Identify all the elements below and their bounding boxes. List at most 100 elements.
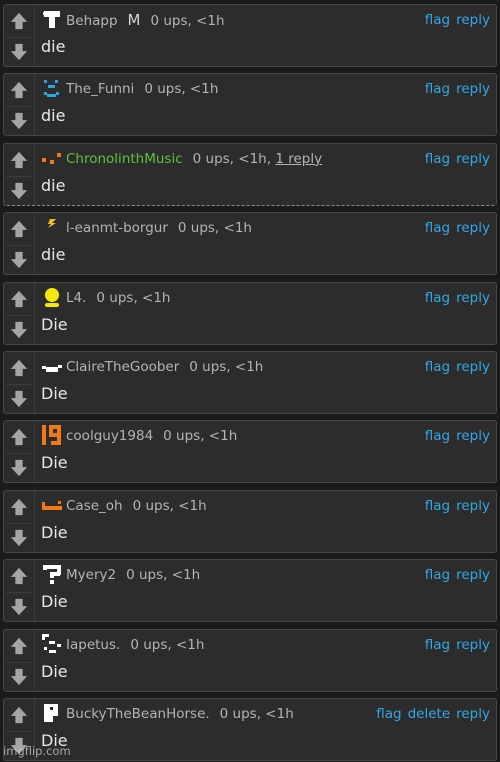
flag-link[interactable]: flag bbox=[425, 359, 450, 375]
user-badge: M bbox=[127, 11, 141, 29]
comment-actions: flag reply bbox=[419, 290, 490, 306]
up-arrow-icon[interactable] bbox=[6, 215, 32, 243]
down-arrow-icon[interactable] bbox=[6, 592, 32, 621]
flag-link[interactable]: flag bbox=[425, 290, 450, 306]
reply-link[interactable]: reply bbox=[456, 637, 490, 653]
iapetus-avatar-icon[interactable] bbox=[41, 633, 63, 655]
reply-link[interactable]: reply bbox=[456, 151, 490, 167]
reply-link[interactable]: reply bbox=[456, 567, 490, 583]
reply-link[interactable]: reply bbox=[456, 359, 490, 375]
behapp-avatar-icon[interactable] bbox=[41, 8, 63, 30]
comment-card: Myery2 0 ups, <1h flag reply Die bbox=[3, 559, 497, 623]
down-arrow-icon[interactable] bbox=[6, 106, 32, 135]
reply-link[interactable]: reply bbox=[456, 706, 490, 722]
reply-link[interactable]: reply bbox=[456, 498, 490, 514]
comment-stats: 0 ups, <1h bbox=[163, 428, 238, 445]
question-avatar-icon[interactable] bbox=[41, 563, 63, 585]
comment-card: Iapetus. 0 ups, <1h flag reply Die bbox=[3, 628, 497, 692]
bucky-avatar-icon[interactable] bbox=[41, 702, 63, 724]
comment-actions: flag reply bbox=[419, 81, 490, 97]
comment-stats: 0 ups, <1h bbox=[144, 81, 219, 98]
down-arrow-icon[interactable] bbox=[6, 314, 32, 344]
reply-link[interactable]: reply bbox=[456, 220, 490, 236]
comment-card: ClaireTheGoober 0 ups, <1h flag reply Die bbox=[3, 351, 497, 414]
comment-text: Die bbox=[41, 453, 68, 473]
comment-stats: 0 ups, <1h bbox=[96, 289, 171, 306]
comment-card: Behapp M 0 ups, <1h flag reply die bbox=[3, 4, 497, 67]
vote-column bbox=[4, 490, 35, 552]
vote-column bbox=[4, 5, 35, 66]
comment-stats: 0 ups, <1h bbox=[219, 706, 294, 722]
down-arrow-icon[interactable] bbox=[6, 245, 32, 274]
username-link[interactable]: L4. bbox=[66, 290, 86, 306]
down-arrow-icon[interactable] bbox=[6, 37, 32, 66]
username-link[interactable]: coolguy1984 bbox=[66, 428, 153, 444]
down-arrow-icon[interactable] bbox=[6, 384, 32, 413]
reply-link[interactable]: reply bbox=[456, 81, 490, 97]
flag-link[interactable]: flag bbox=[425, 637, 450, 653]
flag-link[interactable]: flag bbox=[425, 428, 450, 444]
comment-text: die bbox=[41, 175, 66, 195]
comment-card: L4. 0 ups, <1h flag reply Die bbox=[3, 281, 497, 345]
claire-avatar-icon[interactable] bbox=[41, 355, 63, 377]
vote-column bbox=[4, 421, 35, 483]
flag-link[interactable]: flag bbox=[425, 567, 450, 583]
comment-meta: Behapp M 0 ups, <1h bbox=[66, 11, 225, 29]
down-arrow-icon[interactable] bbox=[6, 661, 32, 691]
up-arrow-icon[interactable] bbox=[6, 146, 32, 174]
the-funni-avatar-icon[interactable] bbox=[41, 77, 63, 99]
comment-text: Die bbox=[41, 522, 68, 542]
comment-text: die bbox=[41, 37, 66, 56]
reply-link[interactable]: reply bbox=[456, 290, 490, 306]
username-link[interactable]: Myery2 bbox=[66, 567, 116, 583]
comment-meta: ChronolinthMusic 0 ups, <1h, 1 reply bbox=[66, 151, 322, 167]
comment-card: l-eanmt-borgur 0 ups, <1h flag reply die bbox=[3, 212, 497, 276]
flag-link[interactable]: flag bbox=[425, 151, 450, 167]
username-link[interactable]: l-eanmt-borgur bbox=[66, 220, 168, 236]
comment-text: die bbox=[41, 106, 66, 126]
username-link[interactable]: BuckyTheBeanHorse. bbox=[66, 706, 210, 722]
up-arrow-icon[interactable] bbox=[6, 76, 32, 104]
username-link[interactable]: Behapp bbox=[66, 13, 118, 29]
comment-meta: coolguy1984 0 ups, <1h bbox=[66, 428, 237, 444]
flag-link[interactable]: flag bbox=[425, 12, 450, 28]
nineteen-avatar-icon[interactable] bbox=[41, 424, 63, 446]
comment-stats: 0 ups, <1h, bbox=[192, 150, 272, 167]
comment-meta: BuckyTheBeanHorse. 0 ups, <1h bbox=[66, 706, 294, 722]
flag-link[interactable]: flag bbox=[376, 706, 401, 722]
username-link[interactable]: Iapetus. bbox=[66, 637, 120, 653]
up-arrow-icon[interactable] bbox=[6, 562, 32, 590]
comment-meta: ClaireTheGoober 0 ups, <1h bbox=[66, 359, 263, 375]
yellow-person-avatar-icon[interactable] bbox=[41, 286, 63, 308]
flag-link[interactable]: flag bbox=[425, 81, 450, 97]
username-link[interactable]: ChronolinthMusic bbox=[66, 151, 183, 167]
username-link[interactable]: The_Funni bbox=[66, 81, 134, 97]
up-arrow-icon[interactable] bbox=[6, 354, 32, 382]
up-arrow-icon[interactable] bbox=[6, 423, 32, 451]
comment-stats: 0 ups, <1h bbox=[130, 636, 205, 653]
down-arrow-icon[interactable] bbox=[6, 175, 32, 205]
lightning-avatar-icon[interactable] bbox=[41, 216, 63, 238]
username-link[interactable]: Case_oh bbox=[66, 498, 123, 514]
comment-stats: 0 ups, <1h bbox=[177, 220, 252, 237]
delete-link[interactable]: delete bbox=[408, 706, 451, 722]
flag-link[interactable]: flag bbox=[425, 220, 450, 236]
down-arrow-icon[interactable] bbox=[6, 522, 32, 552]
chronolinth-avatar-icon[interactable] bbox=[41, 147, 63, 169]
reply-link[interactable]: reply bbox=[456, 428, 490, 444]
replies-link[interactable]: 1 reply bbox=[275, 151, 322, 167]
up-arrow-icon[interactable] bbox=[6, 493, 32, 521]
reply-link[interactable]: reply bbox=[456, 12, 490, 28]
down-arrow-icon[interactable] bbox=[6, 453, 32, 482]
comment-actions: flag reply bbox=[419, 220, 490, 236]
comment-text: Die bbox=[41, 314, 68, 334]
up-arrow-icon[interactable] bbox=[6, 632, 32, 660]
comment-stats: 0 ups, <1h bbox=[132, 497, 207, 514]
flag-link[interactable]: flag bbox=[425, 498, 450, 514]
up-arrow-icon[interactable] bbox=[6, 701, 32, 729]
up-arrow-icon[interactable] bbox=[6, 285, 32, 313]
case-oh-avatar-icon[interactable] bbox=[41, 494, 63, 516]
up-arrow-icon[interactable] bbox=[6, 7, 32, 35]
username-link[interactable]: ClaireTheGoober bbox=[66, 359, 179, 375]
comment-meta: Case_oh 0 ups, <1h bbox=[66, 498, 207, 514]
